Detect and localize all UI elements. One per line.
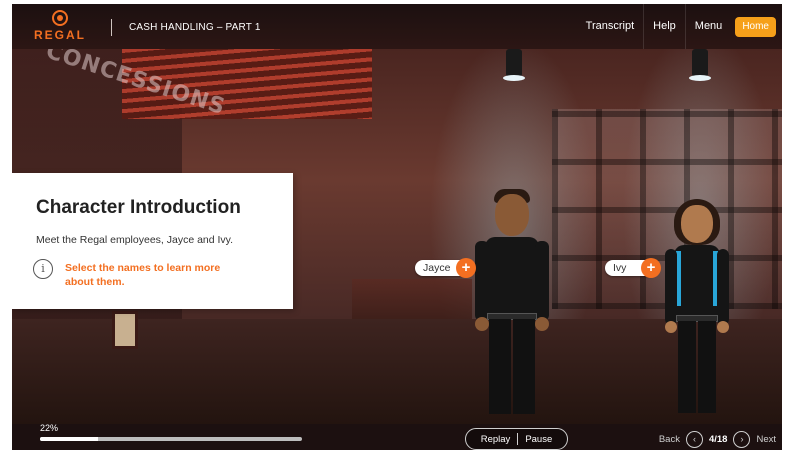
- info-icon: i: [33, 259, 53, 279]
- menu-button[interactable]: Menu: [684, 4, 732, 49]
- jayce-right-hand: [535, 317, 549, 331]
- jayce-left-leg: [489, 319, 511, 414]
- regal-logo-icon: [52, 10, 68, 26]
- intro-card: Character Introduction Meet the Regal em…: [12, 173, 293, 309]
- name-tag-ivy[interactable]: Ivy +: [605, 258, 661, 278]
- ivy-right-arm: [717, 249, 729, 325]
- page-count: 4/18: [708, 433, 728, 445]
- header-divider: [111, 19, 112, 36]
- ivy-left-arm: [665, 249, 677, 325]
- plus-icon[interactable]: +: [456, 258, 476, 278]
- card-title: Character Introduction: [36, 197, 241, 218]
- chevron-left-icon[interactable]: ‹: [685, 430, 703, 448]
- character-ivy: [662, 199, 732, 424]
- card-hint: i Select the names to learn more about t…: [33, 259, 240, 289]
- app-frame: CONCESSIONS Jayce + Ivy + REGAL CASH HAN…: [12, 4, 782, 450]
- spotlight-lamp-right: [689, 49, 711, 81]
- name-tag-jayce-label: Jayce: [423, 262, 451, 274]
- name-tag-ivy-label: Ivy: [613, 262, 627, 274]
- ivy-left-leg: [678, 321, 696, 413]
- back-label[interactable]: Back: [659, 434, 680, 445]
- media-controls: Replay Pause: [465, 428, 568, 450]
- help-button[interactable]: Help: [643, 4, 685, 49]
- top-bar: REGAL CASH HANDLING – PART 1 Transcript …: [12, 4, 782, 49]
- jayce-left-arm: [475, 241, 489, 321]
- ivy-head: [681, 205, 713, 243]
- ivy-right-leg: [698, 321, 716, 413]
- progress-bar: [40, 437, 302, 441]
- transcript-button[interactable]: Transcript: [577, 4, 644, 49]
- jayce-head: [495, 194, 529, 236]
- character-jayce: [467, 189, 557, 424]
- replay-button[interactable]: Replay: [474, 434, 518, 445]
- plus-icon[interactable]: +: [641, 258, 661, 278]
- next-label[interactable]: Next: [756, 434, 776, 445]
- home-button[interactable]: Home: [735, 16, 776, 37]
- ivy-left-hand: [665, 321, 677, 333]
- regal-logo: REGAL: [28, 10, 92, 46]
- top-nav: Transcript Help Menu Home: [577, 4, 782, 49]
- logo-text: REGAL: [34, 28, 86, 42]
- course-title: CASH HANDLING – PART 1: [129, 22, 261, 33]
- ivy-right-hand: [717, 321, 729, 333]
- card-body: Meet the Regal employees, Jayce and Ivy.: [36, 234, 234, 246]
- chevron-right-icon[interactable]: ›: [733, 430, 751, 448]
- pause-button[interactable]: Pause: [518, 434, 559, 445]
- jayce-shirt: [485, 237, 539, 315]
- jayce-right-leg: [513, 319, 535, 414]
- name-tag-jayce[interactable]: Jayce +: [415, 258, 476, 278]
- spotlight-lamp-left: [503, 49, 525, 81]
- pager: Back ‹ 4/18 › Next: [659, 428, 776, 450]
- jayce-right-arm: [535, 241, 549, 321]
- progress-label: 22%: [40, 423, 59, 433]
- progress-bar-fill: [40, 437, 98, 441]
- wall-poster: [112, 311, 138, 349]
- hint-text: Select the names to learn more about the…: [65, 262, 221, 288]
